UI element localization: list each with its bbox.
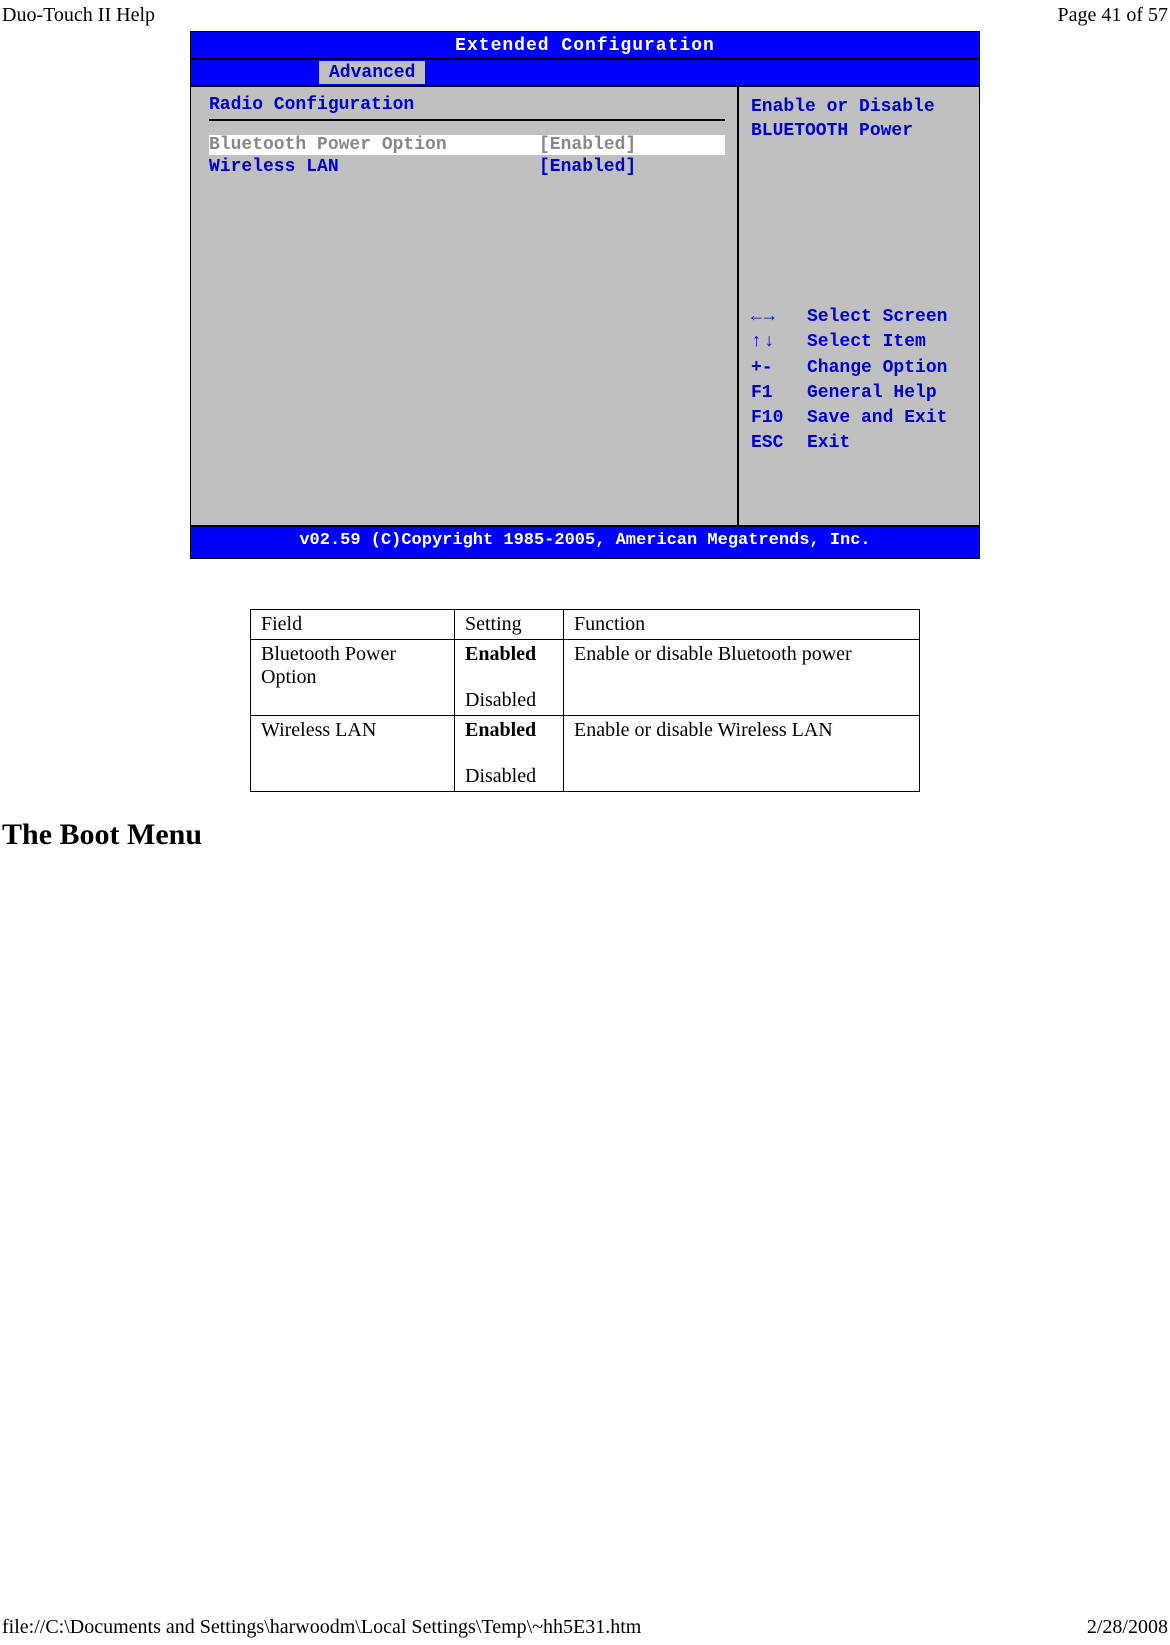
help-line-1: Enable or Disable [751,95,969,119]
hint-select-screen: Select Screen [807,305,947,329]
option-value: [Enabled] [539,135,636,155]
footer-left: file://C:\Documents and Settings\harwood… [2,1616,641,1639]
setting-enabled: Enabled [465,643,536,665]
hint-general-help: General Help [807,381,937,405]
option-wireless-lan[interactable]: Wireless LAN [Enabled] [209,157,725,177]
option-value: [Enabled] [539,157,636,177]
setting-disabled: Disabled [465,689,536,711]
hint-save-exit: Save and Exit [807,406,947,430]
th-function: Function [564,609,920,639]
help-text: Enable or Disable BLUETOOTH Power [751,95,969,305]
bios-help-panel: Enable or Disable BLUETOOTH Power Select… [739,87,979,525]
cell-setting: Enabled Disabled [455,639,564,715]
key-hints: Select Screen Select Item +- Change Opti… [751,305,969,517]
bios-title: Extended Configuration [191,32,979,60]
help-line-2: BLUETOOTH Power [751,119,969,143]
header-right: Page 41 of 57 [1057,4,1168,27]
cell-function: Enable or disable Bluetooth power [564,639,920,715]
setting-enabled: Enabled [465,719,536,741]
footer-right: 2/28/2008 [1087,1616,1168,1639]
hint-change-option: Change Option [807,356,947,380]
table-row: Wireless LAN Enabled Disabled Enable or … [251,715,920,791]
key-f10: F10 [751,406,807,430]
settings-table: Field Setting Function Bluetooth Power O… [250,609,920,792]
bios-menu-bar: Advanced [191,60,979,85]
table-row: Bluetooth Power Option Enabled Disabled … [251,639,920,715]
table-header-row: Field Setting Function [251,609,920,639]
th-field: Field [251,609,455,639]
key-f1: F1 [751,381,807,405]
menu-item-advanced[interactable]: Advanced [319,61,425,84]
cell-field: Wireless LAN [251,715,455,791]
th-setting: Setting [455,609,564,639]
page-footer: file://C:\Documents and Settings\harwood… [2,1616,1168,1639]
bios-body: Radio Configuration Bluetooth Power Opti… [191,85,979,525]
bios-left-panel: Radio Configuration Bluetooth Power Opti… [191,87,739,525]
cell-field: Bluetooth Power Option [251,639,455,715]
setting-disabled: Disabled [465,765,536,787]
section-heading-boot-menu: The Boot Menu [2,818,1170,852]
arrows-up-down-icon [751,330,807,354]
page-header: Duo-Touch II Help Page 41 of 57 [0,0,1170,31]
key-plusminus: +- [751,356,807,380]
header-left: Duo-Touch II Help [2,4,155,27]
cell-setting: Enabled Disabled [455,715,564,791]
divider [209,119,725,121]
bios-screenshot-wrap: Extended Configuration Advanced Radio Co… [155,31,1015,559]
option-label: Bluetooth Power Option [209,135,539,155]
option-label: Wireless LAN [209,157,539,177]
hint-exit: Exit [807,431,850,455]
menu-spacer [191,61,319,84]
hint-select-item: Select Item [807,330,926,354]
blank-space [0,852,1170,1612]
arrows-left-right-icon [751,305,807,329]
bios-section-title: Radio Configuration [209,95,725,115]
bios-panel: Extended Configuration Advanced Radio Co… [190,31,980,559]
bios-footer: v02.59 (C)Copyright 1985-2005, American … [191,525,979,558]
option-bluetooth-power[interactable]: Bluetooth Power Option [Enabled] [209,135,725,155]
key-esc: ESC [751,431,807,455]
cell-function: Enable or disable Wireless LAN [564,715,920,791]
